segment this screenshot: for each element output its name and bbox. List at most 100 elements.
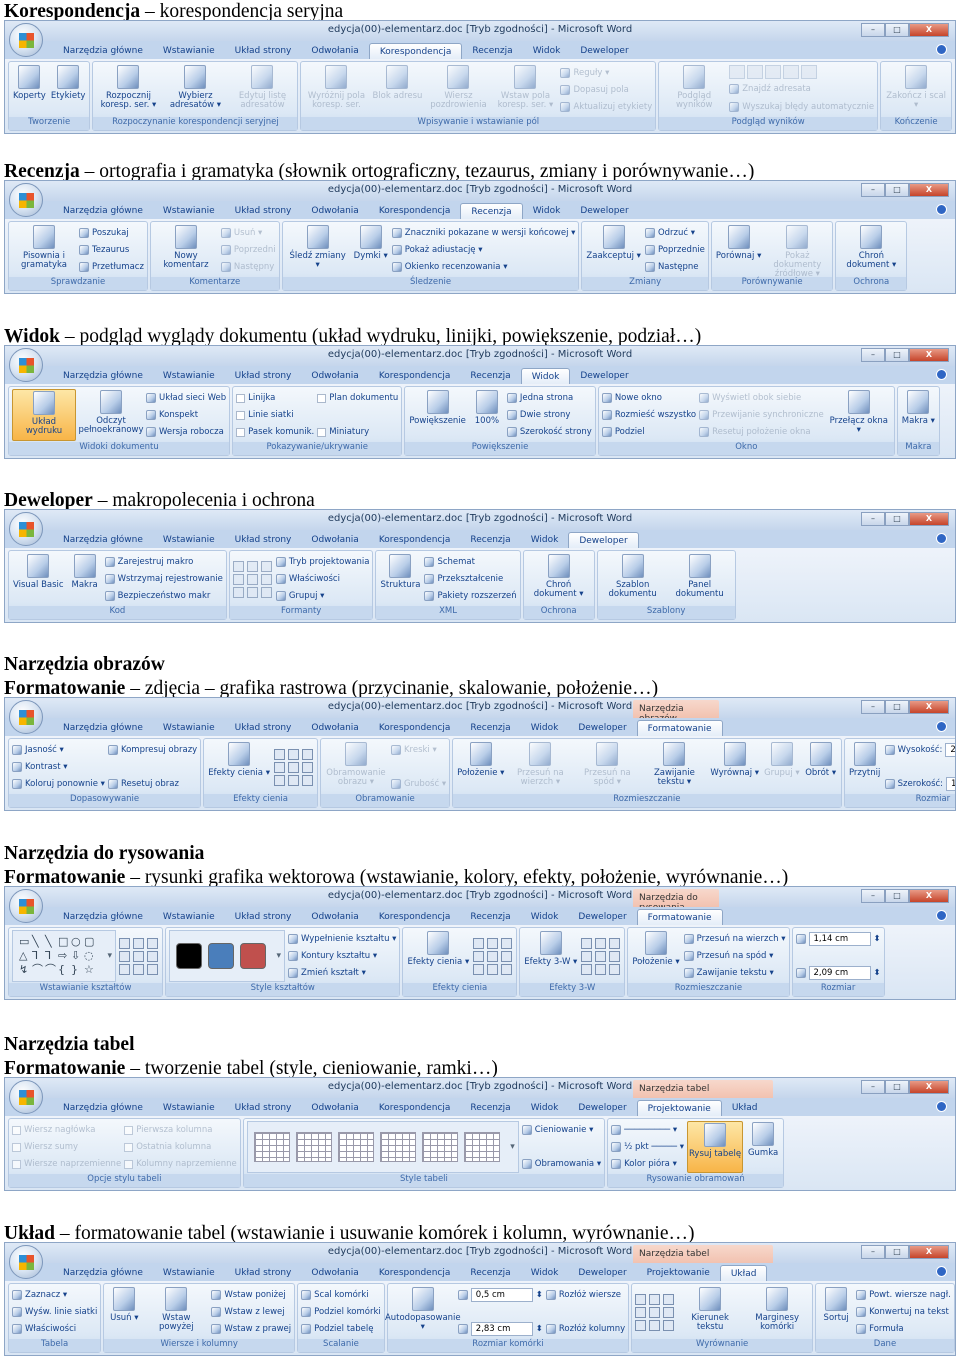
small-ribbon-button[interactable]: Aktualizuj etykiety xyxy=(560,99,652,115)
tab-wstawianie[interactable]: Wstawianie xyxy=(153,532,225,548)
small-icon-button[interactable] xyxy=(487,937,499,949)
small-ribbon-button[interactable]: Cieniowanie ▾ xyxy=(521,1122,601,1138)
tab-korespondencja[interactable]: Korespondencja xyxy=(369,1265,461,1281)
tab-narzędzia-główne[interactable]: Narzędzia główne xyxy=(53,1100,153,1116)
tab-wstawianie[interactable]: Wstawianie xyxy=(153,1100,225,1116)
office-button[interactable] xyxy=(9,700,43,734)
small-ribbon-button[interactable]: Grupuj ▾ xyxy=(275,588,370,604)
small-ribbon-button[interactable]: Rozłóż kolumny xyxy=(545,1321,625,1337)
small-icon-button[interactable] xyxy=(133,937,144,949)
ribbon-button[interactable]: Chroń dokument ▾ xyxy=(527,553,591,605)
tab-korespondencja[interactable]: Korespondencja xyxy=(369,368,461,384)
small-ribbon-button[interactable]: Przesuń na spód ▾ xyxy=(683,948,786,964)
small-ribbon-button[interactable]: Formuła xyxy=(856,1321,951,1337)
ribbon-button[interactable]: 100% xyxy=(470,389,504,441)
small-ribbon-button[interactable]: Usuń ▾ xyxy=(220,225,276,241)
small-icon-button[interactable] xyxy=(287,748,299,760)
table-style-thumbnail[interactable] xyxy=(421,1132,458,1162)
tab-deweloper[interactable]: Deweloper xyxy=(568,532,639,548)
gallery-scroll-icon[interactable]: ▾ xyxy=(107,951,112,961)
ribbon-button[interactable]: Wyrównaj ▾ xyxy=(709,741,760,793)
small-ribbon-button[interactable]: Przekształcenie xyxy=(424,571,516,587)
tab-deweloper[interactable]: Deweloper xyxy=(568,909,636,925)
ribbon-button[interactable]: Układ wydruku xyxy=(12,389,76,441)
tab-deweloper[interactable]: Deweloper xyxy=(570,43,638,59)
small-icon-button[interactable] xyxy=(595,963,607,975)
tab-recenzja[interactable]: Recenzja xyxy=(460,532,520,548)
small-ribbon-button[interactable]: Tezaurus xyxy=(79,242,144,258)
tab-deweloper[interactable]: Deweloper xyxy=(568,1100,636,1116)
ribbon-button[interactable]: Obramowanie obrazu ▾ xyxy=(324,741,388,793)
tab-widok[interactable]: Widok xyxy=(521,1265,569,1281)
shape-style-swatch[interactable] xyxy=(240,943,266,969)
minimize-button[interactable]: – xyxy=(861,183,885,197)
small-icon-button[interactable] xyxy=(273,761,285,773)
small-icon-button[interactable] xyxy=(301,774,313,786)
spinner-arrows-icon[interactable]: ⬍ xyxy=(874,968,881,978)
small-icon-button[interactable] xyxy=(487,950,499,962)
tab-recenzja[interactable]: Recenzja xyxy=(460,1100,520,1116)
small-ribbon-button[interactable]: Następne xyxy=(644,259,705,275)
shape-icon[interactable]: ⌒ xyxy=(32,963,45,977)
close-button[interactable]: X xyxy=(909,1245,949,1259)
small-ribbon-button[interactable]: Właściwości xyxy=(275,571,370,587)
small-ribbon-button[interactable]: Zarejestruj makro xyxy=(104,554,223,570)
help-icon[interactable] xyxy=(936,1266,947,1277)
small-ribbon-button[interactable]: Grubość ▾ xyxy=(390,776,446,792)
small-ribbon-button[interactable]: Przesuń na wierzch ▾ xyxy=(683,931,786,947)
small-ribbon-button[interactable]: Miniatury xyxy=(317,424,398,440)
size-spinner-input[interactable]: 2,2 cm xyxy=(945,743,955,757)
maximize-button[interactable]: □ xyxy=(885,512,909,526)
small-ribbon-button[interactable]: Tryb projektowania xyxy=(275,554,369,570)
minimize-button[interactable]: – xyxy=(861,348,885,362)
tab-widok[interactable]: Widok xyxy=(521,1100,569,1116)
table-style-thumbnail[interactable] xyxy=(337,1132,374,1162)
small-icon-button[interactable] xyxy=(260,560,272,572)
help-icon[interactable] xyxy=(936,1101,947,1112)
shape-icon[interactable]: ⇩ xyxy=(71,949,84,963)
ribbon-button[interactable]: Panel dokumentu xyxy=(668,553,732,605)
ribbon-button[interactable]: Zawijanie tekstu ▾ xyxy=(642,741,706,793)
ribbon-button[interactable]: Przytnij xyxy=(848,741,882,793)
small-ribbon-button[interactable]: Wypełnienie kształtu ▾ xyxy=(288,931,396,947)
shape-icon[interactable]: △ xyxy=(19,949,32,963)
tab-układ[interactable]: Układ xyxy=(722,1100,768,1116)
tab-deweloper[interactable]: Deweloper xyxy=(570,368,638,384)
maximize-button[interactable]: □ xyxy=(885,1080,909,1094)
ribbon-button[interactable]: Blok adresu xyxy=(371,64,423,116)
small-icon-button[interactable] xyxy=(133,963,144,975)
small-icon-button[interactable] xyxy=(635,1293,647,1305)
ribbon-button[interactable]: Podgląd wyników xyxy=(662,64,726,116)
gallery-scroll-icon[interactable]: ▾ xyxy=(510,1142,515,1152)
small-ribbon-button[interactable]: Linijka xyxy=(236,390,314,406)
small-ribbon-button[interactable]: Obramowania ▾ xyxy=(521,1156,601,1172)
ribbon-button[interactable]: Kierunek tekstu xyxy=(678,1286,742,1338)
tab-recenzja[interactable]: Recenzja xyxy=(460,1265,520,1281)
close-button[interactable]: X xyxy=(909,348,949,362)
small-ribbon-button[interactable]: Podziel tabelę xyxy=(301,1321,381,1337)
ribbon-button[interactable]: Dymki ▾ xyxy=(353,224,389,276)
tab-układ-strony[interactable]: Układ strony xyxy=(225,532,302,548)
ribbon-button[interactable]: Położenie ▾ xyxy=(456,741,505,793)
ribbon-button[interactable]: Autodopasowanie ▾ xyxy=(385,1286,461,1338)
tab-układ-strony[interactable]: Układ strony xyxy=(225,720,302,736)
small-icon-button[interactable] xyxy=(649,1306,661,1318)
tab-odwołania[interactable]: Odwołania xyxy=(301,1100,368,1116)
nav-button-icon[interactable] xyxy=(801,65,818,79)
tab-odwołania[interactable]: Odwołania xyxy=(301,532,368,548)
ribbon-button[interactable]: Efekty cienia ▾ xyxy=(207,741,271,793)
maximize-button[interactable]: □ xyxy=(885,348,909,362)
tab-układ-strony[interactable]: Układ strony xyxy=(225,203,302,219)
small-icon-button[interactable] xyxy=(663,1293,675,1305)
help-icon[interactable] xyxy=(936,204,947,215)
small-icon-button[interactable] xyxy=(147,937,158,949)
small-ribbon-button[interactable]: Zmień kształt ▾ xyxy=(288,965,396,981)
maximize-button[interactable]: □ xyxy=(885,23,909,37)
table-style-thumbnail[interactable] xyxy=(295,1132,332,1162)
ribbon-button[interactable]: Zakończ i scal ▾ xyxy=(884,64,948,116)
style-gallery[interactable]: ▭ ╲ ╲ □ ○ ▢ △ ⅂ ⅂ ⇨ ⇩ ◌ ↯ ⌒ ⌒{} ☆ ▾ xyxy=(12,930,116,982)
ribbon-button[interactable]: Powiększenie xyxy=(408,389,467,441)
small-ribbon-button[interactable]: Wyszukaj błędy automatycznie xyxy=(729,99,874,115)
small-ribbon-button[interactable]: Następny xyxy=(220,259,276,275)
tab-wstawianie[interactable]: Wstawianie xyxy=(153,43,225,59)
